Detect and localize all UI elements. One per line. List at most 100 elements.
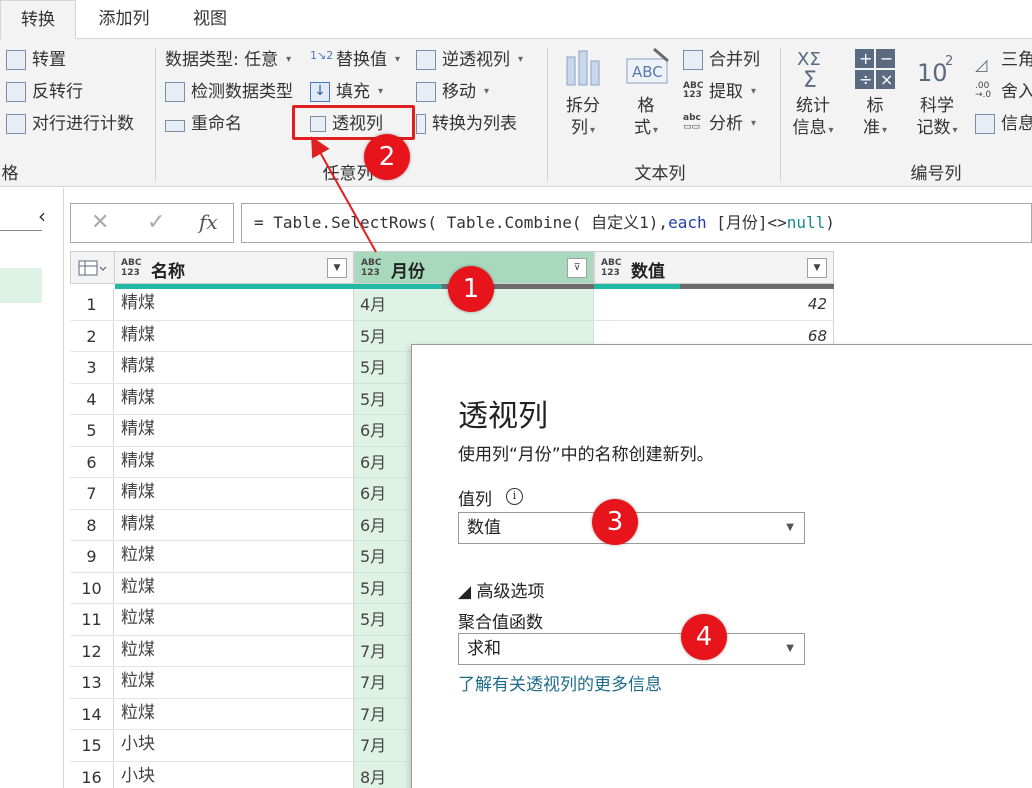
confirm-icon[interactable]: ✓: [147, 210, 165, 235]
info-icon[interactable]: i: [506, 488, 523, 505]
statistics-button[interactable]: XΣ Σ 统计 信息 ▾: [786, 47, 840, 142]
format-abc-icon: ABC: [624, 47, 669, 91]
cell-name[interactable]: 粒煤: [115, 572, 354, 604]
row-number[interactable]: 6: [70, 446, 114, 478]
parse-button[interactable]: abc ▭▭ 分析 ▾: [683, 109, 756, 139]
unpivot-button[interactable]: 逆透视列 ▾: [416, 45, 523, 75]
cancel-icon[interactable]: ✕: [91, 210, 109, 235]
cell-name[interactable]: 精煤: [115, 352, 354, 384]
tab-transform[interactable]: 转换: [0, 0, 76, 40]
svg-text:÷: ÷: [859, 70, 872, 89]
callout-badge-3: 3: [592, 499, 638, 545]
fx-icon[interactable]: fx: [199, 210, 218, 234]
split-column-icon: [561, 47, 605, 91]
standard-button[interactable]: + − ÷ × 标 准 ▾: [850, 47, 900, 142]
reverse-rows-button[interactable]: 反转行: [6, 77, 83, 107]
callout-badge-2: 2: [364, 134, 410, 180]
cell-name[interactable]: 精煤: [115, 383, 354, 415]
column-filter-button[interactable]: ▼: [807, 258, 827, 278]
replace-values-button[interactable]: 1↘2 替换值 ▾: [310, 45, 400, 75]
row-number[interactable]: 16: [70, 761, 114, 788]
row-number[interactable]: 3: [70, 352, 114, 384]
row-number[interactable]: 15: [70, 730, 114, 762]
cell-name[interactable]: 粒煤: [115, 635, 354, 667]
cell-value[interactable]: 42: [594, 289, 834, 321]
group-label-table: 格: [1, 164, 19, 184]
svg-text:ABC: ABC: [632, 63, 663, 81]
aggregate-function-select[interactable]: 求和 ▼: [458, 633, 805, 665]
cell-name[interactable]: 小块: [115, 761, 354, 788]
fill-button[interactable]: ↓ 填充 ▾: [310, 77, 383, 107]
chevron-down-icon: ▾: [751, 118, 757, 129]
parse-abc-icon: abc ▭▭: [683, 113, 701, 132]
cell-name[interactable]: 精煤: [115, 446, 354, 478]
column-header-name[interactable]: ABC 123 名称 ▼: [114, 251, 354, 284]
dialog-title: 透视列: [458, 399, 548, 434]
formula-input[interactable]: = Table.SelectRows( Table.Combine( 自定义1)…: [241, 203, 1032, 243]
row-number[interactable]: 9: [70, 541, 114, 573]
sigma-icon: XΣ Σ: [791, 47, 835, 93]
column-header-value[interactable]: ABC 123 数值 ▼: [594, 251, 834, 284]
extract-abc123-icon: ABC 123: [683, 81, 704, 100]
cell-name[interactable]: 粒煤: [115, 604, 354, 636]
row-number[interactable]: 5: [70, 415, 114, 447]
table-menu-corner[interactable]: [70, 251, 115, 284]
chevron-down-icon: ▾: [652, 125, 659, 136]
cell-name[interactable]: 粒煤: [115, 667, 354, 699]
merge-columns-button[interactable]: 合并列: [683, 45, 760, 75]
trigonometry-button[interactable]: ◿ 三角: [975, 45, 1032, 75]
count-rows-button[interactable]: 对行进行计数: [6, 109, 134, 139]
cell-name[interactable]: 精煤: [115, 289, 354, 321]
move-button[interactable]: 移动 ▾: [416, 77, 489, 107]
column-filter-active-icon[interactable]: ⊽: [567, 258, 587, 278]
data-type-dropdown[interactable]: 数据类型: 任意 ▾: [165, 45, 291, 75]
detect-type-button[interactable]: 检测数据类型: [165, 77, 293, 107]
tab-view[interactable]: 视图: [176, 0, 244, 39]
column-filter-button[interactable]: ▼: [327, 258, 347, 278]
cell-name[interactable]: 小块: [115, 730, 354, 762]
advanced-options-toggle[interactable]: ◢ 高级选项: [458, 577, 544, 602]
cell-name[interactable]: 精煤: [115, 320, 354, 352]
cell-name[interactable]: 精煤: [115, 478, 354, 510]
cell-name[interactable]: 粒煤: [115, 541, 354, 573]
row-number[interactable]: 8: [70, 509, 114, 541]
chevron-down-icon: ▾: [828, 125, 834, 136]
row-number[interactable]: 7: [70, 478, 114, 510]
power-of-ten-icon: 10 2: [915, 47, 959, 91]
row-number[interactable]: 11: [70, 604, 114, 636]
cell-name[interactable]: 粒煤: [115, 698, 354, 730]
convert-to-list-button[interactable]: 转换为列表: [416, 109, 517, 139]
aggregate-function-label: 聚合值函数: [458, 613, 543, 633]
group-separator: [155, 47, 156, 181]
selected-query-item[interactable]: [0, 268, 42, 303]
chevron-down-icon: ▾: [395, 54, 401, 65]
format-button[interactable]: ABC 格 式 ▾: [620, 47, 672, 142]
row-number[interactable]: 2: [70, 320, 114, 352]
rounding-button[interactable]: .00 →.0 舍入: [975, 77, 1032, 107]
row-number[interactable]: 12: [70, 635, 114, 667]
list-icon: [416, 114, 426, 134]
row-number[interactable]: 1: [70, 289, 114, 321]
extract-button[interactable]: ABC 123 提取 ▾: [683, 77, 756, 107]
row-number[interactable]: 14: [70, 698, 114, 730]
count-rows-icon: [6, 114, 26, 134]
cell-name[interactable]: 精煤: [115, 415, 354, 447]
learn-more-link[interactable]: 了解有关透视列的更多信息: [458, 670, 662, 695]
rename-button[interactable]: 重命名: [165, 109, 242, 139]
scientific-button[interactable]: 10 2 科学 记数 ▾: [910, 47, 964, 142]
tab-add-column[interactable]: 添加列: [82, 0, 166, 39]
cell-name[interactable]: 精煤: [115, 509, 354, 541]
row-number[interactable]: 4: [70, 383, 114, 415]
information-button[interactable]: 信息: [975, 109, 1032, 139]
split-column-button[interactable]: 拆分 列 ▾: [556, 47, 610, 142]
collapse-chevron-icon[interactable]: ‹: [38, 204, 46, 228]
chevron-down-icon: ▾: [484, 86, 490, 97]
pivot-column-highlight: [292, 105, 415, 140]
row-number[interactable]: 13: [70, 667, 114, 699]
transpose-button[interactable]: 转置: [6, 45, 66, 75]
transpose-icon: [6, 50, 26, 70]
detect-type-icon: [165, 82, 185, 102]
merge-columns-icon: [683, 50, 703, 70]
group-label-text-column: 文本列: [634, 164, 686, 184]
row-number[interactable]: 10: [70, 572, 114, 604]
